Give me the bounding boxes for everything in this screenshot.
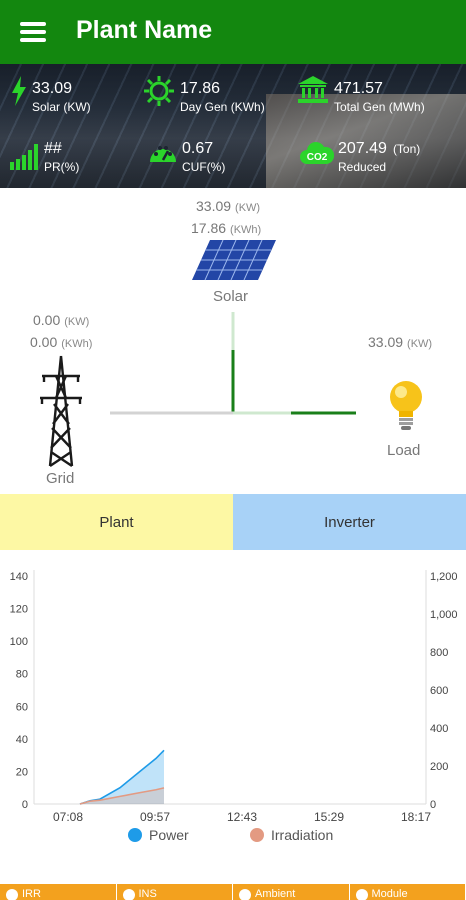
view-tabs: Plant Inverter	[0, 494, 466, 550]
stat-cuf: 0.67 CUF(%)	[182, 140, 225, 174]
stat-reduced-value-row: 207.49 (Ton)	[338, 140, 420, 158]
y-left-tick-label: 120	[10, 604, 28, 616]
energy-flow-diagram: 33.09 (KW) 17.86 (KWh) Solar 0.00 (KW) 0.00…	[0, 188, 466, 494]
x-tick-label: 18:17	[401, 810, 431, 824]
y-left-tick-label: 60	[16, 701, 28, 713]
y-right-tick-label: 400	[430, 723, 448, 735]
stat-day-gen: 17.86 Day Gen (KWh)	[180, 80, 265, 114]
sun-icon	[144, 76, 174, 106]
y-left-tick-label: 20	[16, 766, 28, 778]
y-left-tick-label: 40	[16, 734, 28, 746]
tab-inverter[interactable]: Inverter	[233, 494, 466, 550]
stat-solar: 33.09 Solar (KW)	[32, 80, 91, 114]
y-left-tick-label: 80	[16, 669, 28, 681]
stat-reduced-value: 207.49	[338, 140, 387, 157]
y-right-tick-label: 1,000	[430, 609, 458, 621]
menu-icon[interactable]	[20, 22, 46, 42]
stat-total-gen-value: 471.57	[334, 80, 383, 97]
module-icon	[355, 889, 368, 900]
svg-text:CO2: CO2	[307, 152, 328, 163]
bottom-tab-ambient[interactable]: Ambient	[233, 884, 350, 900]
y-right-tick-label: 1,200	[430, 571, 458, 583]
ins-icon	[122, 889, 135, 900]
stats-panel: 33.09 Solar (KW) 17.86 Day Gen (KWh) 471…	[0, 64, 466, 188]
gauge-icon	[150, 146, 176, 162]
x-tick-label: 15:29	[314, 810, 344, 824]
bottom-tab-bar: IRR INS Ambient Module	[0, 884, 466, 900]
legend-marker-power	[128, 828, 142, 842]
stat-reduced: 207.49 (Ton) Reduced	[338, 140, 420, 174]
sun-icon	[6, 889, 18, 900]
bottom-tab-module[interactable]: Module	[350, 884, 466, 900]
stat-cuf-value: 0.67	[182, 140, 214, 157]
page-title: Plant Name	[76, 16, 213, 44]
flow-lines	[110, 312, 356, 415]
stat-reduced-label: Reduced	[338, 160, 387, 174]
x-tick-label: 09:57	[140, 810, 170, 824]
bottom-tab-irr[interactable]: IRR	[0, 884, 117, 900]
stat-day-gen-label: Day Gen (KWh)	[180, 100, 265, 114]
stat-day-gen-value: 17.86	[180, 80, 221, 97]
legend-label-irradiation: Irradiation	[271, 827, 333, 843]
app-bar: Plant Name	[0, 0, 466, 64]
co2-cloud-icon: CO2	[300, 142, 334, 164]
signal-bars-icon	[10, 144, 38, 170]
x-tick-label: 07:08	[53, 810, 83, 824]
y-right-tick-label: 600	[430, 685, 448, 697]
y-right-tick-label: 200	[430, 761, 448, 773]
stat-solar-label: Solar (KW)	[32, 100, 91, 114]
stat-pr-label: PR(%)	[44, 160, 80, 174]
legend-label-power: Power	[149, 827, 189, 843]
tab-plant[interactable]: Plant	[0, 494, 233, 550]
bank-icon	[298, 76, 328, 103]
stat-pr-value: ##	[44, 140, 62, 157]
stat-total-gen-label: Total Gen (MWh)	[334, 100, 425, 114]
y-right-tick-label: 800	[430, 647, 448, 659]
thermometer-icon	[239, 889, 251, 900]
power-irradiation-chart: 0 20 40 60 80 100 120 140 0 200 400 600 800 1,000 1,20…	[0, 560, 466, 850]
legend-marker-irradiation	[250, 828, 264, 842]
y-left-tick-label: 0	[22, 799, 28, 811]
lightning-icon	[12, 76, 26, 106]
stat-reduced-unit: (Ton)	[392, 142, 421, 156]
stat-solar-value: 33.09	[32, 80, 73, 97]
stat-pr: ## PR(%)	[44, 140, 79, 174]
x-tick-label: 12:43	[227, 810, 257, 824]
stat-cuf-label: CUF(%)	[182, 160, 226, 174]
y-left-tick-label: 140	[10, 571, 28, 583]
y-left-tick-label: 100	[10, 636, 28, 648]
stat-total-gen: 471.57 Total Gen (MWh)	[334, 80, 425, 114]
bottom-tab-ins[interactable]: INS	[117, 884, 233, 900]
